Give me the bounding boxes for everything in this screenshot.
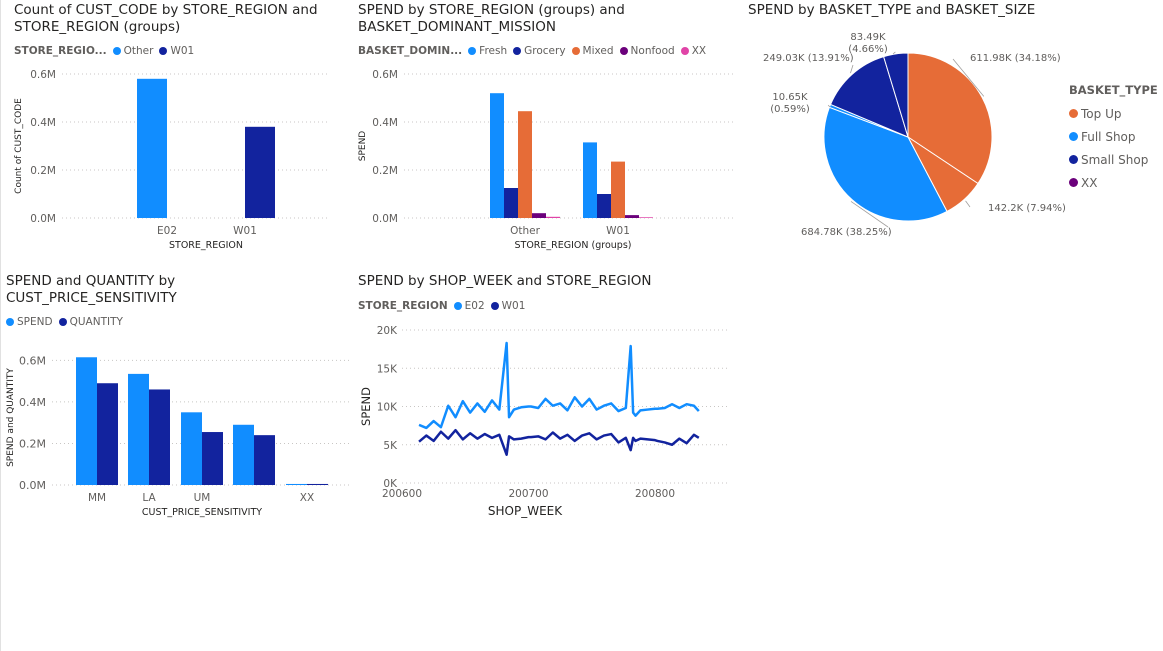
x-tick-label: 200600	[382, 488, 422, 500]
y-axis-title: SPEND	[358, 131, 368, 162]
legend-item[interactable]: W01	[490, 300, 525, 312]
bar	[597, 194, 611, 218]
slice-label: 611.98K (34.18%)	[970, 53, 1061, 64]
x-tick-label: LA	[142, 492, 156, 504]
y-tick-label: 0.2M	[372, 165, 398, 177]
y-tick-label: 0.2M	[19, 437, 46, 450]
legend-item[interactable]: W01	[159, 45, 194, 57]
legend-item[interactable]: Nonfood	[619, 45, 675, 57]
bar	[181, 412, 202, 485]
slice-label: 142.2K (7.94%)	[988, 203, 1066, 214]
y-tick-label: 0.4M	[372, 117, 398, 129]
bar	[518, 111, 532, 218]
legend-item[interactable]: Other	[112, 45, 153, 57]
chart-legend: BASKET_DOMIN... Fresh Grocery Mixed Nonf…	[358, 45, 743, 57]
legend-item[interactable]: Top Up	[1069, 102, 1158, 125]
slice-label: 249.03K (13.91%)	[763, 53, 854, 64]
x-axis-title: CUST_PRICE_SENSITIVITY	[142, 507, 262, 518]
bar	[76, 357, 97, 485]
legend-item[interactable]: XX	[680, 45, 706, 57]
series-line	[418, 341, 700, 430]
x-tick-label: Other	[510, 225, 540, 237]
chart-legend: STORE_REGION E02 W01	[358, 300, 743, 312]
bar	[128, 373, 149, 485]
bar	[583, 142, 597, 218]
leader-line	[965, 200, 971, 208]
pie-legend: BASKET_TYPE Top Up Full Shop Small Shop …	[1069, 83, 1158, 194]
bar	[286, 483, 307, 485]
leader-line	[850, 64, 854, 74]
y-tick-label: 0.0M	[372, 213, 398, 225]
bar	[546, 216, 560, 218]
legend-title: BASKET_DOMIN...	[358, 45, 463, 57]
x-tick-label: XX	[300, 492, 314, 504]
y-tick-label: 0.4M	[19, 396, 46, 409]
y-tick-label: 0.0M	[19, 479, 46, 492]
bar	[639, 217, 653, 218]
y-tick-label: 0.6M	[372, 69, 398, 81]
y-tick-label: 15K	[377, 363, 398, 375]
legend-item[interactable]: Fresh	[468, 45, 507, 57]
chart-title: Count of CUST_CODE by STORE_REGION and S…	[14, 2, 318, 35]
x-tick-label: MM	[88, 492, 106, 504]
x-tick-label: UM	[194, 492, 211, 504]
slice-label: 83.49K (4.66%)	[848, 32, 888, 55]
legend-title: STORE_REGION	[358, 300, 448, 312]
x-tick-label: W01	[606, 225, 630, 237]
chart-legend: STORE_REGIO... Other W01	[14, 45, 344, 57]
bar	[202, 432, 223, 485]
y-tick-label: 0.6M	[19, 354, 46, 367]
legend-item[interactable]: E02	[453, 300, 485, 312]
y-tick-label: 10K	[377, 402, 398, 414]
legend-item[interactable]: Full Shop	[1069, 125, 1158, 148]
chart-legend: SPEND QUANTITY	[6, 316, 351, 328]
bar	[490, 93, 504, 218]
legend-item[interactable]: Mixed	[571, 45, 614, 57]
y-axis-title: SPEND and QUANTITY	[6, 368, 16, 467]
chart-title: SPEND by SHOP_WEEK and STORE_REGION	[358, 273, 652, 289]
chart-title: SPEND and QUANTITY by CUST_PRICE_SENSITI…	[6, 273, 177, 306]
bar	[532, 213, 546, 218]
slice-label: 10.65K (0.59%)	[770, 92, 810, 115]
chart-title: SPEND by BASKET_TYPE and BASKET_SIZE	[748, 2, 1036, 18]
legend-item[interactable]: XX	[1069, 171, 1158, 194]
bar-chart-spend-quantity: 0.0M 0.2M 0.4M 0.6M MM LA UM XX CUST_PRICE_SENSI…	[6, 354, 350, 518]
legend-title: BASKET_TYPE	[1069, 83, 1158, 97]
bar	[149, 389, 170, 485]
x-tick-label: 200700	[508, 488, 548, 500]
x-tick-label: 200800	[635, 488, 675, 500]
bar	[504, 188, 518, 218]
y-tick-label: 20K	[377, 325, 398, 337]
legend-title: STORE_REGIO...	[14, 45, 107, 57]
visual-spend-by-region-mission[interactable]: SPEND by STORE_REGION (groups) and BASKE…	[358, 2, 743, 257]
bar	[307, 483, 328, 485]
line-chart-spend-by-week: 0K5K10K15K20K200600 200700 200800SHOP_WEEK…	[359, 325, 728, 518]
y-axis-title: SPEND	[359, 387, 373, 426]
bar-chart-spend-by-region-mission: 0.0M 0.2M 0.4M 0.6M Other W01 STORE_REGION (gr…	[358, 69, 735, 251]
legend-item[interactable]: QUANTITY	[58, 316, 123, 328]
bar	[233, 424, 254, 485]
bar	[611, 161, 625, 218]
visual-spend-by-basket[interactable]: SPEND by BASKET_TYPE and BASKET_SIZE 611…	[748, 2, 1158, 257]
bar	[97, 383, 118, 485]
x-axis-title: STORE_REGION (groups)	[515, 240, 632, 251]
legend-item[interactable]: Grocery	[513, 45, 566, 57]
y-tick-label: 5K	[383, 440, 398, 452]
series-line	[418, 428, 700, 456]
bar	[625, 215, 639, 218]
legend-item[interactable]: SPEND	[6, 316, 53, 328]
x-axis-title: SHOP_WEEK	[488, 504, 563, 518]
bar	[254, 435, 275, 485]
legend-item[interactable]: Small Shop	[1069, 148, 1158, 171]
slice-label: 684.78K (38.25%)	[801, 227, 892, 238]
chart-title: SPEND by STORE_REGION (groups) and BASKE…	[358, 2, 625, 35]
